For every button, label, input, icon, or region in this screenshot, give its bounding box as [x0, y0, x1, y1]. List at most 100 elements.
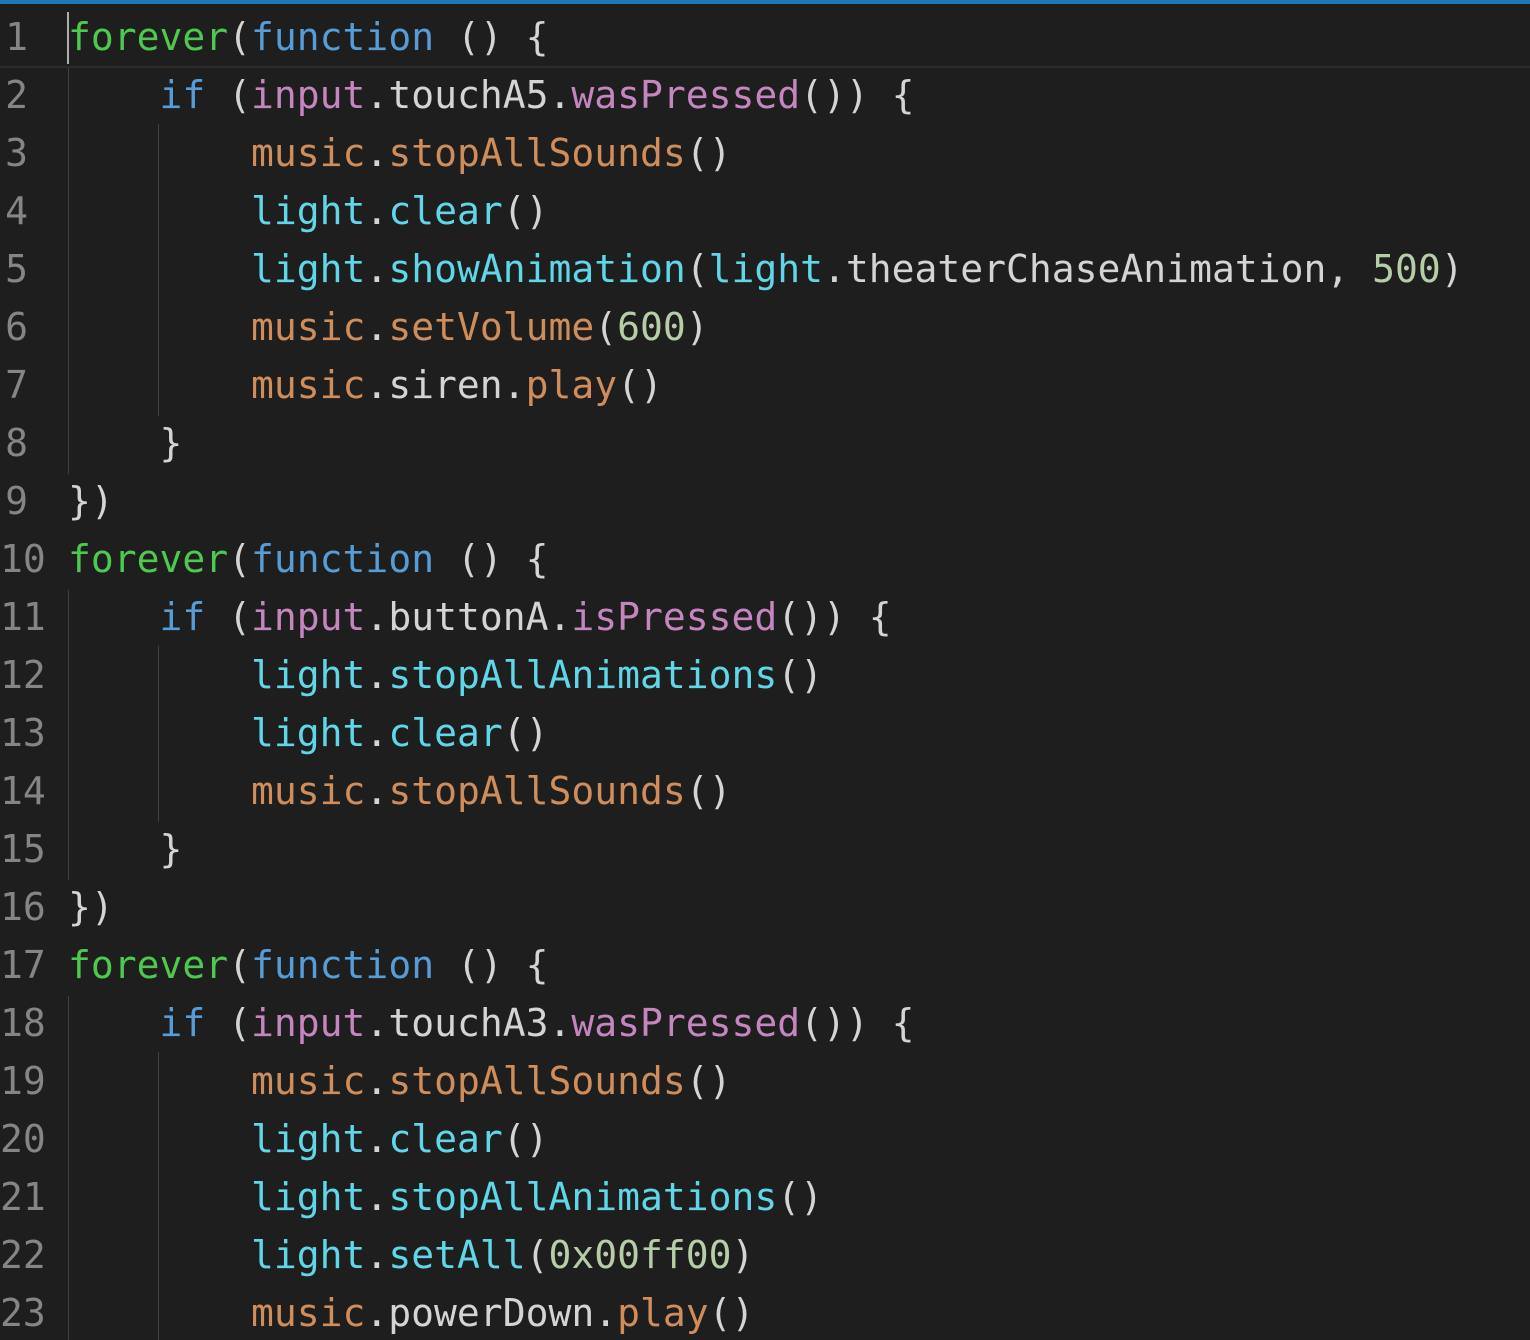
code-token: music [251, 305, 366, 349]
code-line[interactable]: music.siren.play() [68, 356, 663, 414]
line-number[interactable]: 10 [0, 530, 46, 588]
code-line[interactable]: music.setVolume(600) [68, 298, 709, 356]
code-line[interactable]: forever(function () { [68, 8, 548, 66]
code-token: stopAllAnimations [388, 653, 778, 697]
code-token: stopAllSounds [388, 1059, 686, 1103]
code-line[interactable]: music.stopAllSounds() [68, 124, 732, 182]
code-token: ( [594, 305, 618, 349]
line-number[interactable]: 17 [0, 936, 46, 994]
code-line[interactable]: } [68, 414, 183, 472]
code-token: function [251, 537, 435, 581]
code-line[interactable]: } [68, 820, 183, 878]
code-line[interactable]: music.stopAllSounds() [68, 762, 731, 820]
code-token: light [251, 247, 366, 291]
code-line[interactable]: forever(function () { [68, 530, 548, 588]
code-token: . [365, 1117, 389, 1161]
code-token: . [365, 1233, 389, 1277]
line-number[interactable]: 20 [0, 1110, 46, 1168]
code-token: input [251, 595, 366, 639]
line-number[interactable]: 15 [0, 820, 46, 878]
code-token: clear [388, 189, 503, 233]
code-token: setVolume [388, 305, 595, 349]
code-line[interactable]: if (input.touchA5.wasPressed()) { [68, 66, 915, 124]
line-number[interactable]: 22 [0, 1226, 46, 1284]
code-line[interactable]: light.clear() [68, 182, 548, 240]
line-number[interactable]: 23 [0, 1284, 46, 1340]
code-token: stopAllAnimations [388, 1175, 778, 1219]
code-line[interactable]: light.clear() [68, 704, 548, 762]
code-line[interactable]: light.stopAllAnimations() [68, 1168, 823, 1226]
code-token: () [685, 1059, 732, 1103]
code-token: () [685, 131, 732, 175]
code-line[interactable]: light.showAnimation(light.theaterChaseAn… [68, 240, 1464, 298]
line-number[interactable]: 16 [0, 878, 46, 936]
line-number[interactable]: 18 [0, 994, 46, 1052]
code-token: clear [388, 711, 503, 755]
code-token: 0x00ff00 [548, 1233, 732, 1277]
code-token: ( [685, 247, 709, 291]
code-token: () [777, 653, 824, 697]
code-token: ( [205, 1001, 252, 1045]
code-line[interactable]: light.clear() [68, 1110, 548, 1168]
code-editor[interactable]: 1 2 3 4 5 6 7 8 9 10 11 12 13 14 15 16 17 18 19 20 21 22 23 fo… [0, 0, 1530, 1340]
code-token: setAll [388, 1233, 526, 1277]
code-token: }) [68, 885, 114, 929]
line-number[interactable]: 12 [0, 646, 46, 704]
code-token: wasPressed [571, 73, 801, 117]
code-token: . [365, 189, 389, 233]
code-token: 500 [1372, 247, 1441, 291]
line-number[interactable]: 2 [0, 66, 28, 124]
code-token: input [251, 1001, 366, 1045]
line-number[interactable]: 11 [0, 588, 46, 646]
code-line[interactable]: forever(function () { [68, 936, 548, 994]
code-line[interactable]: music.powerDown.play() [68, 1284, 754, 1340]
line-number[interactable]: 9 [0, 472, 28, 530]
code-line[interactable]: if (input.touchA3.wasPressed()) { [68, 994, 915, 1052]
code-token: light [251, 1117, 366, 1161]
code-token: forever [68, 15, 229, 59]
line-number[interactable]: 3 [0, 124, 28, 182]
code-token: forever [68, 943, 229, 987]
code-token: light [251, 1233, 366, 1277]
line-number[interactable]: 21 [0, 1168, 46, 1226]
code-token: clear [388, 1117, 503, 1161]
line-number[interactable]: 13 [0, 704, 46, 762]
line-number[interactable]: 19 [0, 1052, 46, 1110]
line-number[interactable]: 1 [0, 8, 28, 66]
code-token: ( [228, 15, 252, 59]
code-token: showAnimation [388, 247, 686, 291]
code-token: wasPressed [571, 1001, 801, 1045]
code-line[interactable]: light.setAll(0x00ff00) [68, 1226, 754, 1284]
line-number[interactable]: 14 [0, 762, 46, 820]
code-token: function [251, 943, 435, 987]
code-token: .theaterChaseAnimation, [823, 247, 1373, 291]
line-number[interactable]: 8 [0, 414, 28, 472]
line-number-gutter[interactable]: 1 2 3 4 5 6 7 8 9 10 11 12 13 14 15 16 17 18 19 20 21 22 23 [0, 4, 62, 1340]
code-token: . [365, 769, 389, 813]
code-token: stopAllSounds [388, 131, 686, 175]
code-area[interactable]: forever(function () { if (input.touchA5.… [68, 4, 1530, 1340]
code-token: () { [434, 537, 549, 581]
code-line[interactable]: }) [68, 472, 114, 530]
code-token: play [525, 363, 618, 407]
line-number[interactable]: 5 [0, 240, 28, 298]
code-line[interactable]: light.stopAllAnimations() [68, 646, 823, 704]
code-line[interactable]: music.stopAllSounds() [68, 1052, 732, 1110]
line-number[interactable]: 7 [0, 356, 28, 414]
code-line[interactable]: if (input.buttonA.isPressed()) { [68, 588, 892, 646]
code-token: stopAllSounds [388, 769, 686, 813]
code-token: . [365, 1059, 389, 1103]
code-token: light [251, 711, 366, 755]
line-number[interactable]: 6 [0, 298, 28, 356]
code-line[interactable]: }) [68, 878, 114, 936]
code-token: light [251, 1175, 366, 1219]
code-token: forever [68, 537, 229, 581]
line-number[interactable]: 4 [0, 182, 28, 240]
